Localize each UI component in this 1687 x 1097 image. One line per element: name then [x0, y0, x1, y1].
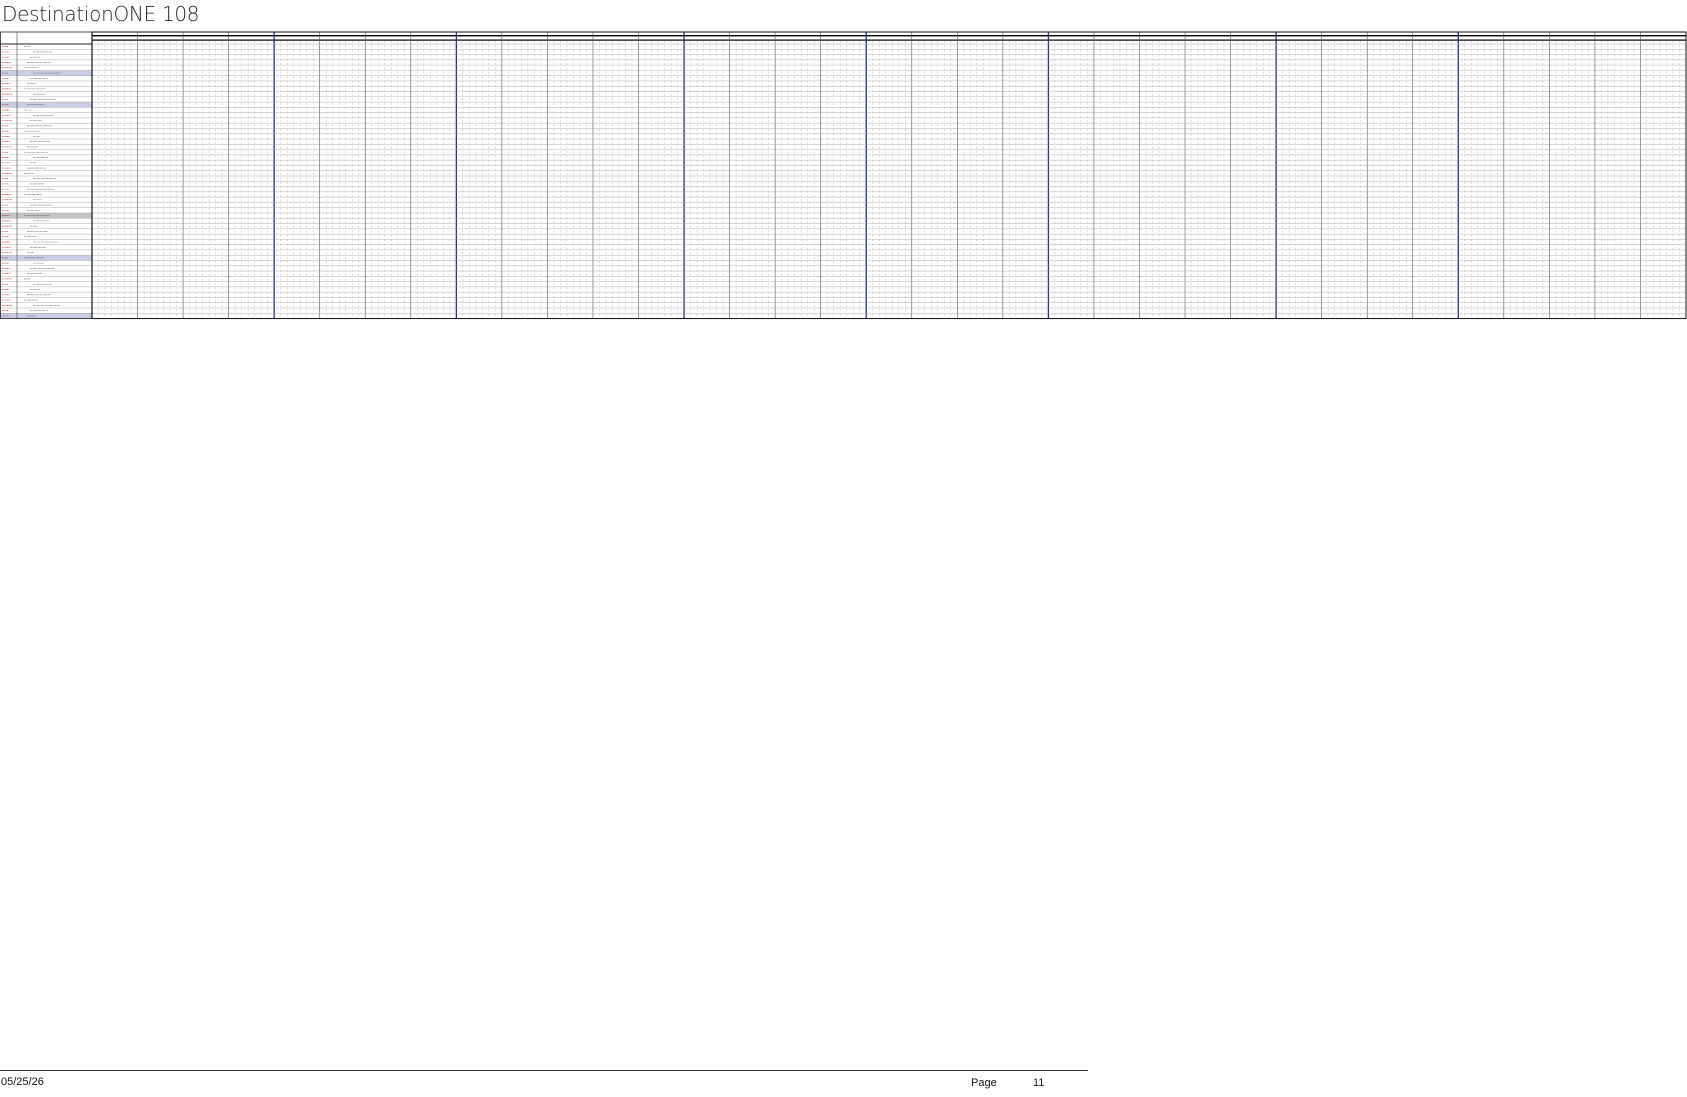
- footer-date: 05/25/26: [1, 1076, 44, 1088]
- timeline-header-band: [92, 35, 1686, 37]
- footer-page-label: Page: [971, 1077, 997, 1089]
- highlighted-row: [0, 255, 92, 261]
- timeline-day-band: [92, 39, 1686, 41]
- highlighted-row: [0, 102, 92, 108]
- footer-page-number: 11: [1033, 1077, 1045, 1089]
- highlighted-row: [0, 212, 92, 219]
- footer-divider: [0, 1070, 1088, 1071]
- schedule-grid: [0, 31, 1687, 320]
- highlighted-row: [0, 313, 92, 319]
- timeline-frame: [91, 31, 1687, 320]
